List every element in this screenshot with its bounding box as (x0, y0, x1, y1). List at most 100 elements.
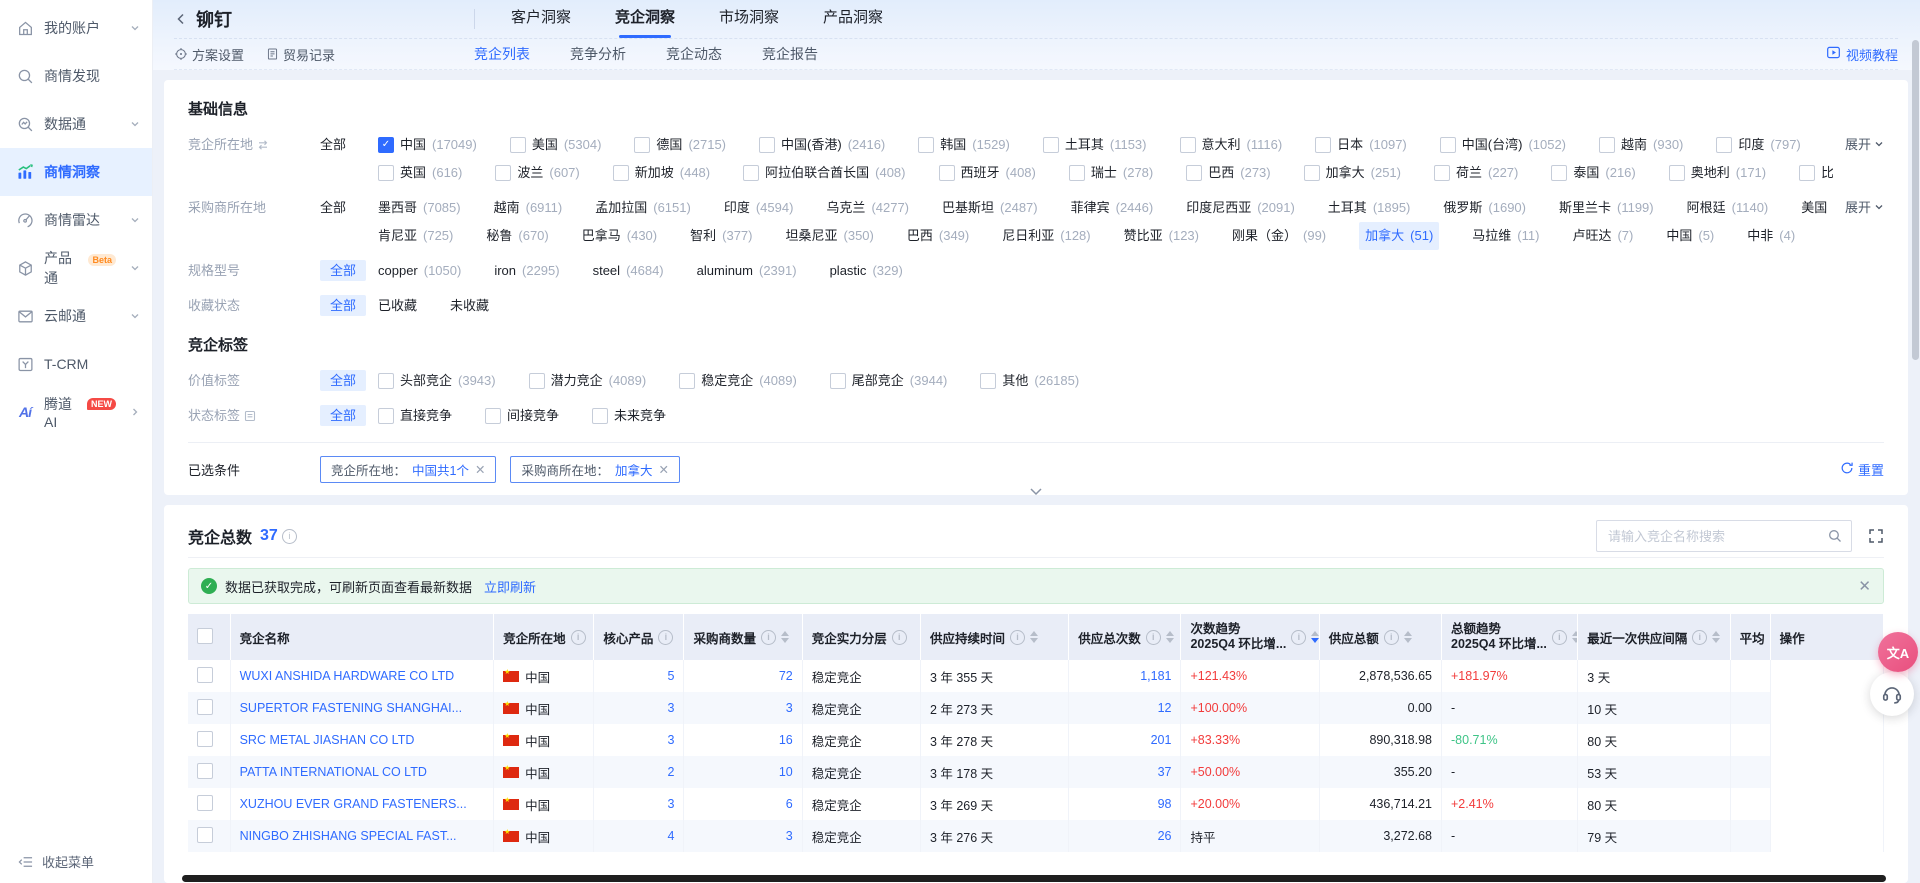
checkbox[interactable] (378, 165, 394, 181)
row-checkbox[interactable] (197, 795, 213, 811)
info-icon[interactable]: i (1146, 630, 1161, 645)
filter-option-间接竞争[interactable]: 间接竞争 (485, 402, 559, 430)
info-icon[interactable]: i (658, 630, 673, 645)
checkbox[interactable] (1069, 165, 1085, 181)
company-name-link[interactable]: SRC METAL JIASHAN CO LTD (240, 733, 415, 747)
filter-option-直接竞争[interactable]: 直接竞争 (378, 402, 452, 430)
filter-option-加拿大[interactable]: 加拿大(51) (1359, 222, 1439, 250)
main-tab-4[interactable]: 产品洞察 (823, 0, 883, 38)
core-products-link[interactable]: 3 (668, 733, 675, 747)
company-name-link[interactable]: PATTA INTERNATIONAL CO LTD (240, 765, 427, 779)
filter-option-土耳其[interactable]: 土耳其(1895) (1328, 194, 1411, 222)
checkbox[interactable] (1440, 137, 1456, 153)
sub-tab-3[interactable]: 竞企动态 (666, 44, 722, 64)
checkbox[interactable] (759, 137, 775, 153)
sidebar-item-product[interactable]: 产品通Beta (0, 244, 152, 292)
video-tutorial-button[interactable]: 视频教程 (1826, 45, 1898, 64)
filter-option-新加坡[interactable]: 新加坡(448) (613, 159, 710, 187)
filter-option-美国[interactable]: 美国(5304) (510, 131, 602, 159)
filter-option-美国[interactable]: 美国(754) (1801, 194, 1833, 222)
filter-option-意大利[interactable]: 意大利(1116) (1180, 131, 1283, 159)
core-products-link[interactable]: 4 (668, 829, 675, 843)
filter-option-尼日利亚[interactable]: 尼日利亚(128) (1002, 222, 1090, 250)
checkbox[interactable] (980, 373, 996, 389)
checkbox-checked[interactable]: ✓ (378, 137, 394, 153)
buyer-count-link[interactable]: 6 (786, 797, 793, 811)
filter-all-spec[interactable]: 全部 (320, 260, 366, 281)
filter-option-aluminum[interactable]: aluminum(2391) (697, 257, 797, 285)
checkbox[interactable] (529, 373, 545, 389)
filter-option-乌克兰[interactable]: 乌克兰(4277) (826, 194, 909, 222)
checkbox[interactable] (1043, 137, 1059, 153)
info-icon[interactable]: i (1552, 630, 1567, 645)
sort-icon[interactable] (1311, 631, 1319, 643)
main-tab-3[interactable]: 市场洞察 (719, 0, 779, 38)
sub-tab-2[interactable]: 竞争分析 (570, 44, 626, 64)
sidebar-item-discovery[interactable]: 商情发现 (0, 52, 152, 100)
filter-option-刚果（金）[interactable]: 刚果（金）(99) (1232, 222, 1326, 250)
checkbox[interactable] (1180, 137, 1196, 153)
horizontal-scrollbar[interactable] (182, 875, 1886, 882)
translate-float-button[interactable]: 文A (1878, 632, 1918, 672)
buyer-count-link[interactable]: 16 (779, 733, 793, 747)
info-icon[interactable]: i (1692, 630, 1707, 645)
sort-icon[interactable] (1166, 631, 1174, 643)
filter-option-中国[interactable]: ✓中国(17049) (378, 131, 477, 159)
sidebar-item-radar[interactable]: 商情雷达 (0, 196, 152, 244)
collapse-menu-button[interactable]: 收起菜单 (16, 852, 94, 871)
sort-icon[interactable] (1030, 631, 1038, 643)
vertical-scrollbar[interactable] (1912, 40, 1919, 360)
company-name-link[interactable]: NINGBO ZHISHANG SPECIAL FAST... (240, 829, 457, 843)
notice-close-icon[interactable]: ✕ (1858, 577, 1871, 595)
supply-count-link[interactable]: 201 (1151, 733, 1172, 747)
checkbox[interactable] (1669, 165, 1685, 181)
checkbox[interactable] (613, 165, 629, 181)
back-icon[interactable] (174, 12, 188, 26)
filter-option-韩国[interactable]: 韩国(1529) (918, 131, 1010, 159)
company-search-input[interactable] (1606, 528, 1828, 545)
company-name-link[interactable]: WUXI ANSHIDA HARDWARE CO LTD (240, 669, 455, 683)
sort-icon[interactable] (1404, 631, 1412, 643)
checkbox[interactable] (378, 373, 394, 389)
checkbox[interactable] (592, 408, 608, 424)
sub-tab-1[interactable]: 竞企列表 (474, 44, 530, 64)
checkbox[interactable] (485, 408, 501, 424)
supply-count-link[interactable]: 37 (1158, 765, 1172, 779)
sort-icon[interactable] (781, 631, 789, 643)
filter-option-印度[interactable]: 印度(4594) (724, 194, 794, 222)
filter-option-巴西[interactable]: 巴西(273) (1186, 159, 1270, 187)
filter-option-印度[interactable]: 印度(797) (1716, 131, 1800, 159)
checkbox[interactable] (1315, 137, 1331, 153)
filter-all-company-location[interactable]: 全部 (320, 137, 346, 152)
filter-option-英国[interactable]: 英国(616) (378, 159, 462, 187)
collapse-filters-handle[interactable] (1015, 484, 1057, 499)
filter-option-秘鲁[interactable]: 秘鲁(670) (486, 222, 548, 250)
main-tab-2[interactable]: 竞企洞察 (615, 0, 675, 38)
filter-option-印度尼西亚[interactable]: 印度尼西亚(2091) (1186, 194, 1295, 222)
row-checkbox[interactable] (197, 827, 213, 843)
column-header-duration[interactable]: 供应持续时间i (920, 614, 1068, 660)
tool-plan[interactable]: 方案设置 (174, 45, 244, 64)
supply-count-link[interactable]: 1,181 (1140, 669, 1171, 683)
filter-option-未收藏[interactable]: 未收藏 (450, 292, 489, 320)
filter-option-头部竞企[interactable]: 头部竞企(3943) (378, 367, 496, 395)
filter-option-稳定竞企[interactable]: 稳定竞企(4089) (679, 367, 797, 395)
checkbox[interactable] (378, 408, 394, 424)
checkbox[interactable] (743, 165, 759, 181)
filter-all-buyer-location[interactable]: 全部 (320, 200, 346, 215)
info-icon[interactable]: i (761, 630, 776, 645)
filter-option-已收藏[interactable]: 已收藏 (378, 292, 417, 320)
filter-option-plastic[interactable]: plastic(329) (830, 257, 903, 285)
supply-count-link[interactable]: 12 (1158, 701, 1172, 715)
checkbox[interactable] (918, 137, 934, 153)
buyer-count-link[interactable]: 10 (779, 765, 793, 779)
filter-option-日本[interactable]: 日本(1097) (1315, 131, 1407, 159)
support-headset-button[interactable] (1870, 672, 1914, 716)
checkbox[interactable] (1434, 165, 1450, 181)
sort-icon[interactable] (1572, 631, 1578, 643)
checkbox[interactable] (679, 373, 695, 389)
filter-option-俄罗斯[interactable]: 俄罗斯(1690) (1443, 194, 1526, 222)
filter-option-未来竞争[interactable]: 未来竞争 (592, 402, 666, 430)
filter-option-奥地利[interactable]: 奥地利(171) (1669, 159, 1766, 187)
core-products-link[interactable]: 2 (668, 765, 675, 779)
